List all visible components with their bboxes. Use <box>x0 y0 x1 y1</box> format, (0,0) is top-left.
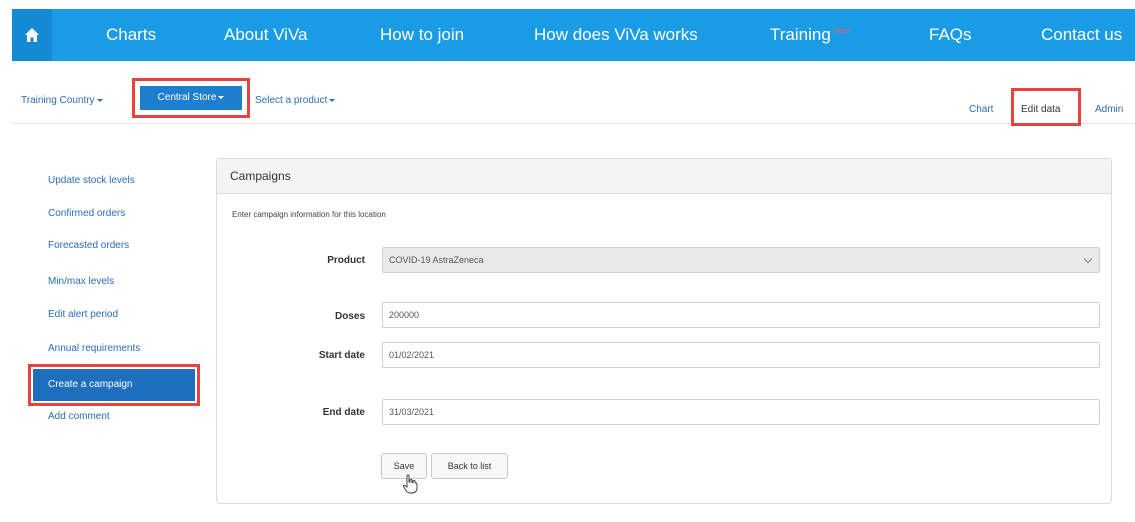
highlight-box: Central Store <box>132 78 250 118</box>
sidebar-item-confirmed-orders[interactable]: Confirmed orders <box>48 208 125 219</box>
product-select-value: COVID-19 AstraZeneca <box>389 255 484 265</box>
end-date-input[interactable]: 31/03/2021 <box>382 399 1100 425</box>
store-dropdown[interactable]: Central Store <box>140 86 242 110</box>
highlight-box: Edit data <box>1011 88 1081 126</box>
nav-training-label: Training <box>770 25 831 44</box>
nav-charts[interactable]: Charts <box>106 9 156 61</box>
end-date-label: End date <box>322 407 365 418</box>
product-dropdown-label: Select a product <box>255 95 328 106</box>
nav-contact-us[interactable]: Contact us <box>1041 9 1122 61</box>
sidebar-item-add-comment[interactable]: Add comment <box>48 411 110 422</box>
nav-how-to-join[interactable]: How to join <box>380 9 464 61</box>
context-bar: Training Country Central Store Select a … <box>12 62 1135 126</box>
start-date-label: Start date <box>318 350 365 361</box>
store-dropdown-label: Central Store <box>157 92 217 103</box>
country-dropdown[interactable]: Training Country <box>21 95 103 106</box>
nav-faqs[interactable]: FAQs <box>929 9 972 61</box>
main-nav: Charts About ViVa How to join How does V… <box>12 9 1135 61</box>
caret-down-icon <box>96 98 103 102</box>
sidebar-item-forecasted-orders[interactable]: Forecasted orders <box>48 240 129 251</box>
chart-link[interactable]: Chart <box>969 104 993 115</box>
home-icon <box>25 28 39 42</box>
back-to-list-button[interactable]: Back to list <box>431 453 508 479</box>
start-date-input[interactable]: 01/02/2021 <box>382 342 1100 368</box>
sidebar-item-update-stock-levels[interactable]: Update stock levels <box>48 175 135 186</box>
caret-down-icon <box>218 95 225 99</box>
hand-cursor-icon <box>402 474 418 494</box>
nav-how-does-viva-works[interactable]: How does ViVa works <box>534 9 698 61</box>
sidebar-item-min-max-levels[interactable]: Min/max levels <box>48 276 114 287</box>
doses-input[interactable]: 200000 <box>382 302 1100 328</box>
home-button[interactable] <box>12 9 52 61</box>
product-label: Product <box>327 255 365 266</box>
product-select[interactable]: COVID-19 AstraZeneca <box>382 247 1100 273</box>
admin-link[interactable]: Admin <box>1095 104 1123 115</box>
sidebar-item-edit-alert-period[interactable]: Edit alert period <box>48 309 118 320</box>
product-dropdown[interactable]: Select a product <box>255 95 336 106</box>
new-badge: New! <box>833 28 850 36</box>
doses-label: Doses <box>334 311 365 322</box>
nav-about-viva[interactable]: About ViVa <box>224 9 308 61</box>
sidebar-item-annual-requirements[interactable]: Annual requirements <box>48 343 140 354</box>
campaigns-panel: Campaigns Enter campaign information for… <box>216 158 1112 504</box>
highlight-box: Create a campaign <box>28 364 200 406</box>
nav-training[interactable]: Training New! <box>770 9 850 61</box>
caret-down-icon <box>329 98 336 102</box>
panel-intro-text: Enter campaign information for this loca… <box>232 210 386 219</box>
sidebar-item-create-a-campaign[interactable]: Create a campaign <box>33 369 195 401</box>
panel-title: Campaigns <box>217 159 1111 194</box>
edit-data-link[interactable]: Edit data <box>1021 104 1060 115</box>
chevron-down-icon <box>1083 254 1093 264</box>
country-dropdown-label: Training Country <box>21 95 95 106</box>
